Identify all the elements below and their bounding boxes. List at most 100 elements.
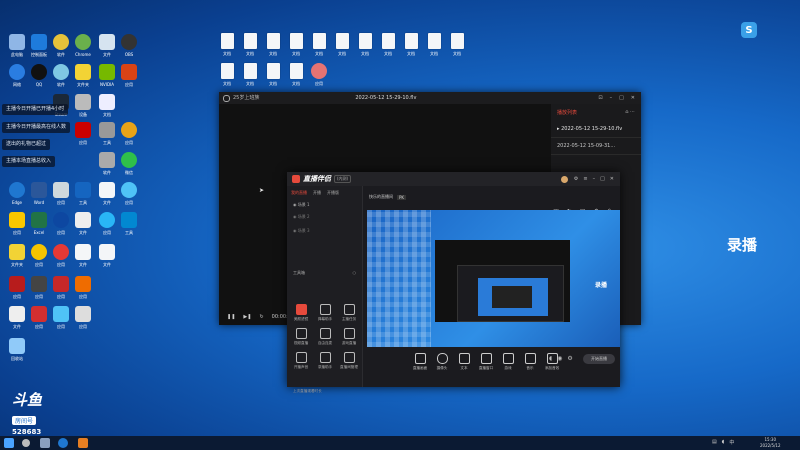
start-live-button[interactable]: 开始直播 [583, 354, 615, 364]
window-title: 25岁上班族 [233, 95, 260, 101]
window-icon [480, 353, 492, 364]
next-icon[interactable]: ▶❚ [243, 314, 251, 320]
desktop-icon[interactable]: 软件 [94, 152, 120, 182]
desktop-icon[interactable]: 文件 [94, 244, 120, 274]
tool-window[interactable]: 直播窗口 [477, 353, 495, 371]
edge-taskbar-icon[interactable] [58, 438, 68, 448]
network-icon[interactable]: ▤ [712, 439, 717, 446]
live-preview[interactable]: 录播 [367, 210, 620, 347]
tool-mic[interactable]: 自由连麦 [314, 328, 336, 346]
desktop-icon[interactable]: 回收站 [4, 338, 30, 368]
desktop-icon[interactable]: 文件 [70, 212, 96, 242]
speaker-icon[interactable]: ◖ [549, 355, 552, 362]
sidebar-tools[interactable]: ⌂ ⋯ [625, 109, 635, 116]
clock[interactable]: 15:30 2022/5/12 [760, 437, 781, 449]
desktop-icon[interactable]: 应用 [70, 306, 96, 336]
bottom-toolbar: 直播画面 摄像头 文本 直播窗口 游戏 音乐 添加音效 [411, 353, 561, 371]
tab-live-board[interactable]: 开播版 [327, 190, 339, 196]
task-view-icon[interactable] [40, 438, 50, 448]
desktop-icon[interactable]: 应用 [116, 64, 142, 94]
notification-strip: 主播本场直播总收入 [2, 156, 56, 167]
beauty-icon [295, 304, 307, 315]
tool-game[interactable]: 游戏 [499, 353, 517, 371]
tool-text[interactable]: 文本 [455, 353, 473, 371]
tool-video[interactable]: 视频直播 [290, 328, 312, 346]
desktop-icon[interactable]: OBS [116, 34, 142, 64]
tool-label: 摄像头 [436, 366, 448, 370]
avatar[interactable] [560, 175, 568, 183]
maximize-icon[interactable]: □ [600, 176, 605, 182]
watermark-sub: 房间号 [12, 416, 37, 425]
mic-small-icon[interactable]: ◉ [557, 355, 562, 362]
tool-record[interactable]: 录播助手 [314, 352, 336, 370]
desktop-icon[interactable]: 应用 [70, 276, 96, 306]
tool-label: 主播任务 [341, 317, 357, 321]
studio-taskbar-icon[interactable] [78, 438, 88, 448]
footer-status: 上次直播观看时长 [293, 389, 322, 393]
tool-screen[interactable]: 直播画面 [411, 353, 429, 371]
tool-beauty[interactable]: 美颜滤镜 [290, 304, 312, 322]
tool-label: 音乐 [526, 366, 534, 370]
camera-icon [436, 353, 448, 364]
desktop-icon[interactable]: 文件 [70, 244, 96, 274]
desktop-icon[interactable]: 文件夹 [70, 64, 96, 94]
nested-window [435, 240, 570, 322]
tool-camera[interactable]: 摄像头 [433, 353, 451, 371]
desktop-icon[interactable]: 应用 [116, 182, 142, 212]
desktop-icon[interactable]: 应用 [116, 122, 142, 152]
desktop-icon[interactable]: 应用 [306, 63, 332, 93]
search-icon[interactable] [22, 439, 30, 447]
desktop-icon[interactable]: Chrome [70, 34, 96, 64]
tool-danmu[interactable]: 弹幕助手 [314, 304, 336, 322]
start-icon[interactable] [4, 438, 14, 448]
desktop-icon[interactable]: 文档 [94, 94, 120, 124]
minimize-icon[interactable]: – [610, 92, 613, 104]
tool-sound[interactable]: 开播声音 [290, 352, 312, 370]
video-icon [295, 328, 307, 339]
tab-live[interactable]: 开播 [313, 190, 321, 196]
menu-icon[interactable]: ≡ [583, 176, 587, 182]
file-icon[interactable]: 文档 [444, 33, 470, 63]
pause-icon[interactable]: ❚❚ [227, 314, 235, 320]
desktop-icon[interactable]: 应用 [70, 122, 96, 152]
settings-icon[interactable]: ⚙ [574, 176, 578, 182]
tool-task[interactable]: 主播任务 [338, 304, 360, 322]
playlist-item[interactable]: ▸ 2022-05-12 15-29-10.flv [551, 121, 641, 138]
toolbox-toggle-icon[interactable]: ○ [353, 270, 357, 276]
playlist-item[interactable]: 2022-05-12 15-09-31... [551, 138, 641, 155]
input-icon[interactable]: 中 [729, 439, 734, 446]
tool-label: 录播助手 [317, 365, 333, 369]
nested-preview [478, 278, 548, 316]
tab-my-live[interactable]: 我的直播 [291, 190, 307, 196]
floating-app-icon[interactable]: S [741, 22, 757, 38]
gamepad-icon [502, 353, 514, 364]
live-studio-window: 直播伴侣 (内测) ⚙ ≡ – □ ✕ 我的直播 开播 开播版 ◉ 场景 1 ◉… [287, 172, 620, 393]
screen-capture-icon [414, 353, 426, 364]
nested-desktop-icons [367, 210, 431, 347]
sound-icon [295, 352, 307, 363]
desktop-icon[interactable]: 工具 [116, 212, 142, 242]
scene-item[interactable]: ◉ 场景 2 [287, 210, 362, 224]
nested-window-deep [492, 286, 532, 308]
maximize-icon[interactable]: □ [619, 92, 624, 104]
scene-label: 场景 2 [297, 214, 310, 219]
pin-icon[interactable]: ⊡ [598, 92, 602, 104]
tool-music[interactable]: 音乐 [521, 353, 539, 371]
scene-label: 场景 3 [297, 228, 310, 233]
notification-strip: 送出的礼物已超过 [2, 139, 51, 150]
record-icon [319, 352, 331, 363]
scene-item[interactable]: ◉ 场景 1 [287, 200, 362, 210]
minimize-icon[interactable]: – [593, 176, 596, 182]
scene-item[interactable]: ◉ 场景 3 [287, 224, 362, 238]
desktop-icon[interactable]: 工具 [70, 182, 96, 212]
tool-label: 直播窗口 [478, 366, 494, 370]
loop-icon[interactable]: ↻ [259, 314, 263, 320]
volume-icon[interactable]: ◖ [722, 439, 725, 446]
cursor-icon: ➤ [259, 187, 265, 194]
tool-room[interactable]: 直播间管理 [338, 352, 360, 370]
tool-game[interactable]: 游戏直播 [338, 328, 360, 346]
close-icon[interactable]: ✕ [631, 92, 635, 104]
close-icon[interactable]: ✕ [610, 176, 614, 182]
desktop-icon[interactable]: 设备 [70, 94, 96, 124]
settings-small-icon[interactable]: ⚙ [567, 355, 572, 362]
